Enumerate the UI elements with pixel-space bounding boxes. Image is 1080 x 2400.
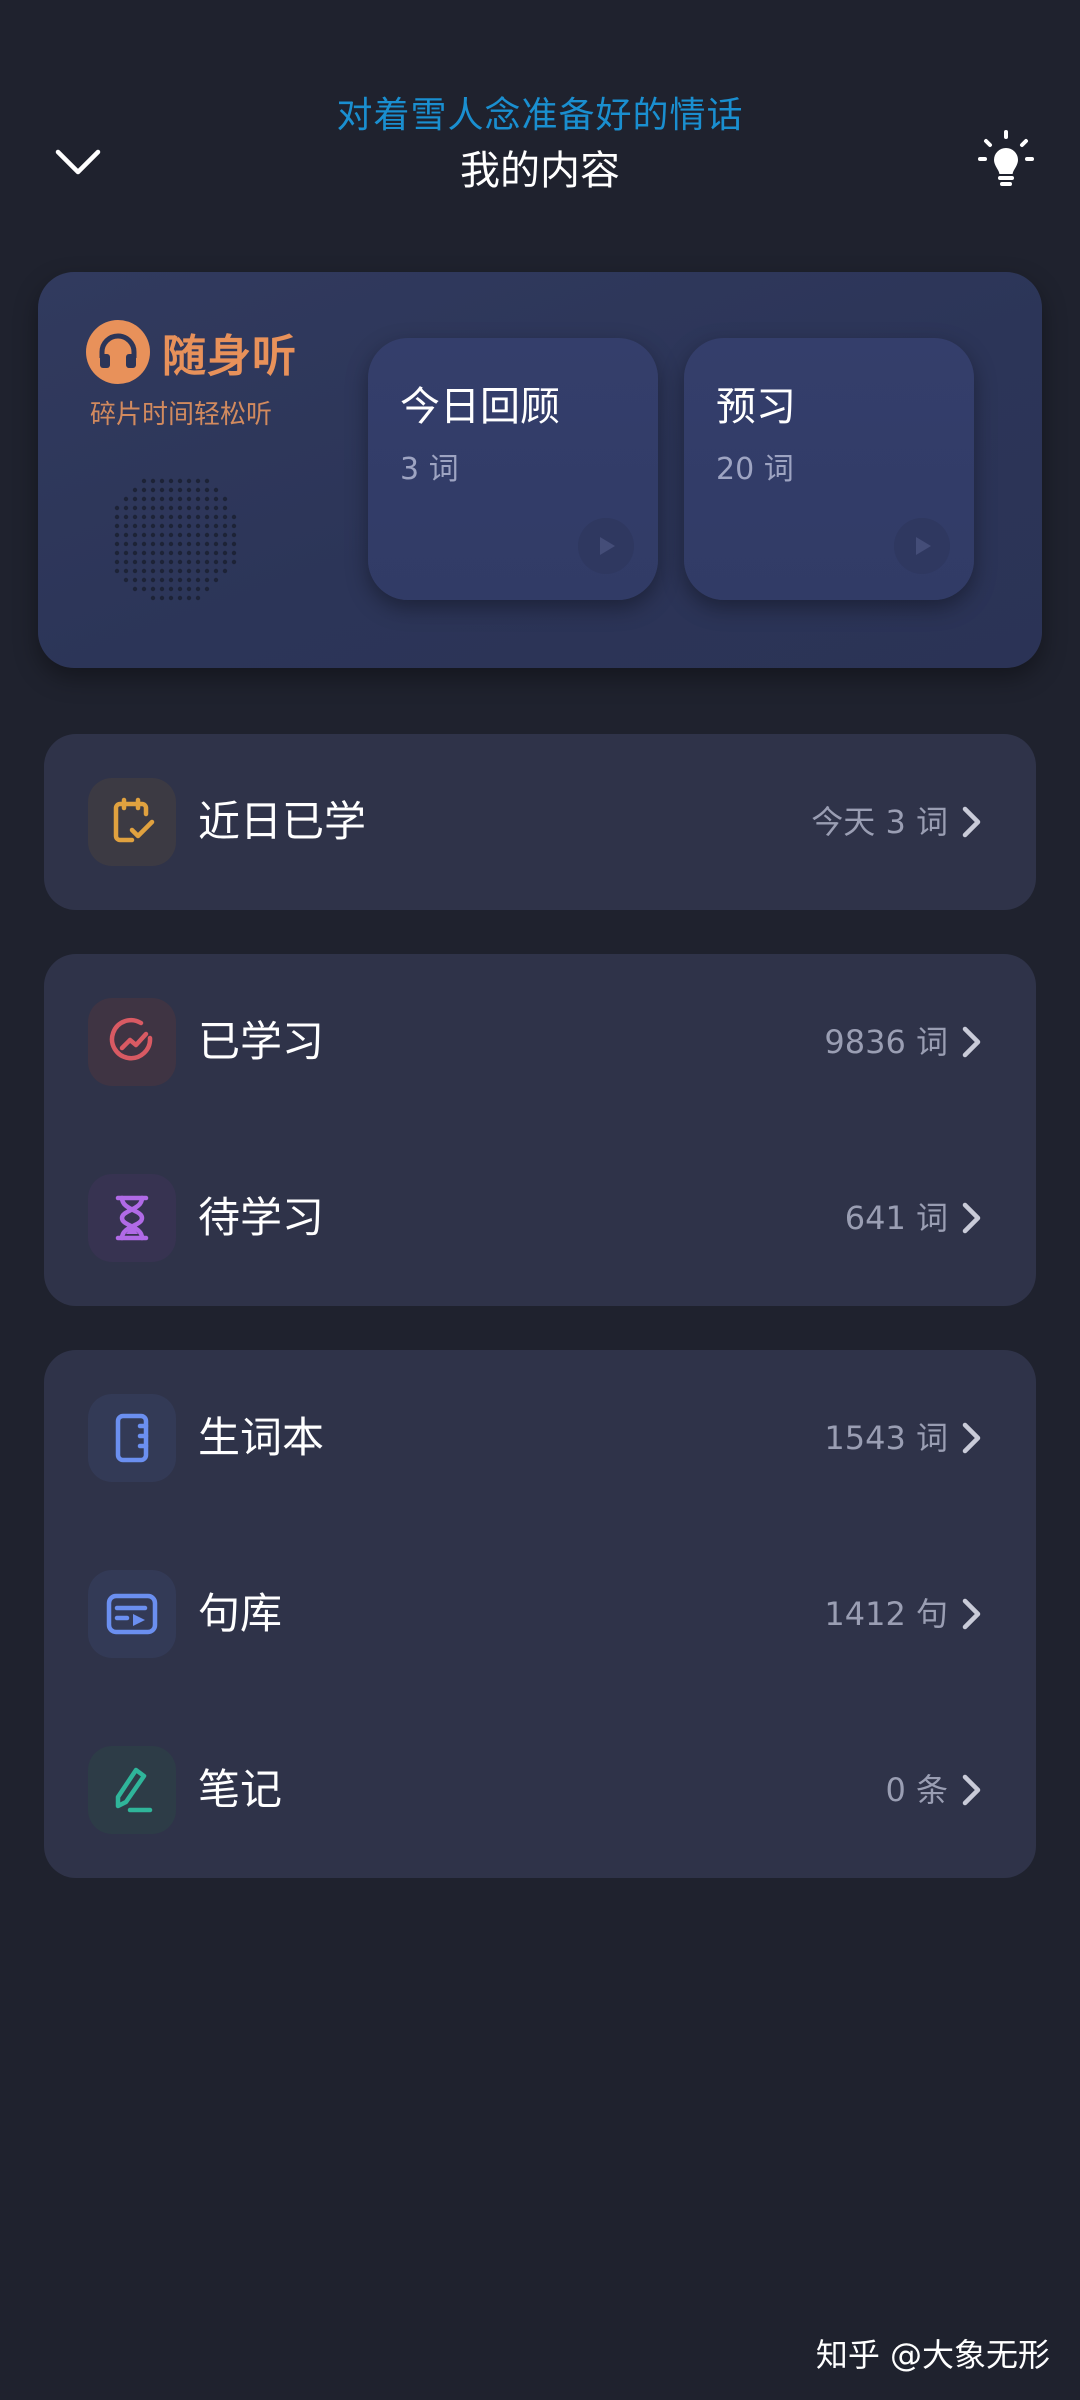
recent-group: 近日已学 今天 3 词 <box>44 734 1036 910</box>
tile-title: 今日回顾 <box>400 384 560 430</box>
lightbulb-button[interactable] <box>966 120 1046 200</box>
row-value: 1412 句 <box>824 1595 948 1633</box>
row-value: 641 词 <box>844 1199 948 1237</box>
chevron-right-icon <box>962 1774 981 1806</box>
chevron-right-icon <box>962 806 981 838</box>
row-value: 今天 3 词 <box>811 803 948 841</box>
play-button[interactable] <box>894 518 950 574</box>
row-label: 已学习 <box>198 1017 325 1066</box>
my-content-screen: 对着雪人念准备好的情话 我的内容 随身听 碎片时间轻松听 今日回顾 3 词 预习… <box>0 0 1080 2400</box>
chevron-right-icon <box>962 1026 981 1058</box>
learning-group: 已学习 9836 词 待学习 641 词 <box>44 954 1036 1306</box>
chevron-right-icon <box>962 1202 981 1234</box>
row-label: 近日已学 <box>198 797 367 846</box>
row-sentences[interactable]: 句库 1412 句 <box>44 1526 1036 1702</box>
row-value: 9836 词 <box>824 1023 948 1061</box>
play-icon <box>600 537 615 555</box>
row-pending[interactable]: 待学习 641 词 <box>44 1130 1036 1306</box>
page-title: 我的内容 <box>460 148 620 194</box>
header-subtitle[interactable]: 对着雪人念准备好的情话 <box>0 86 1080 138</box>
row-value: 1543 词 <box>824 1419 948 1457</box>
row-label: 待学习 <box>198 1193 325 1242</box>
lightbulb-icon <box>978 130 1034 186</box>
tile-count: 3 词 <box>400 452 459 487</box>
row-notes[interactable]: 笔记 0 条 <box>44 1702 1036 1878</box>
tile-title: 预习 <box>716 384 796 430</box>
listen-brand-name: 随身听 <box>162 331 297 382</box>
tile-count: 20 词 <box>716 452 794 487</box>
tile-today-review[interactable]: 今日回顾 3 词 <box>368 338 658 600</box>
notebook-icon <box>88 1394 176 1482</box>
listen-brand: 随身听 碎片时间轻松听 <box>86 320 306 431</box>
row-label: 句库 <box>198 1589 283 1638</box>
row-value: 0 条 <box>885 1771 948 1809</box>
dots-wave-icon <box>114 478 237 601</box>
listen-tagline: 碎片时间轻松听 <box>90 400 273 430</box>
row-learned[interactable]: 已学习 9836 词 <box>44 954 1036 1130</box>
pencil-icon <box>88 1746 176 1834</box>
watermark: 知乎 @大象无形 <box>815 2336 1050 2374</box>
chevron-right-icon <box>962 1422 981 1454</box>
hourglass-icon <box>88 1174 176 1262</box>
calendar-check-icon <box>88 778 176 866</box>
row-vocab[interactable]: 生词本 1543 词 <box>44 1350 1036 1526</box>
tile-preview[interactable]: 预习 20 词 <box>684 338 974 600</box>
row-label: 生词本 <box>198 1413 325 1462</box>
listen-card[interactable]: 随身听 碎片时间轻松听 今日回顾 3 词 预习 20 词 <box>38 272 1042 668</box>
collection-group: 生词本 1543 词 句库 1412 句 笔记 0 条 <box>44 1350 1036 1878</box>
sentence-card-icon <box>88 1570 176 1658</box>
play-button[interactable] <box>578 518 634 574</box>
chevron-right-icon <box>962 1598 981 1630</box>
headphones-icon <box>86 320 150 384</box>
row-label: 笔记 <box>198 1765 283 1814</box>
progress-chart-icon <box>88 998 176 1086</box>
play-icon <box>916 537 931 555</box>
row-recent[interactable]: 近日已学 今天 3 词 <box>44 734 1036 910</box>
